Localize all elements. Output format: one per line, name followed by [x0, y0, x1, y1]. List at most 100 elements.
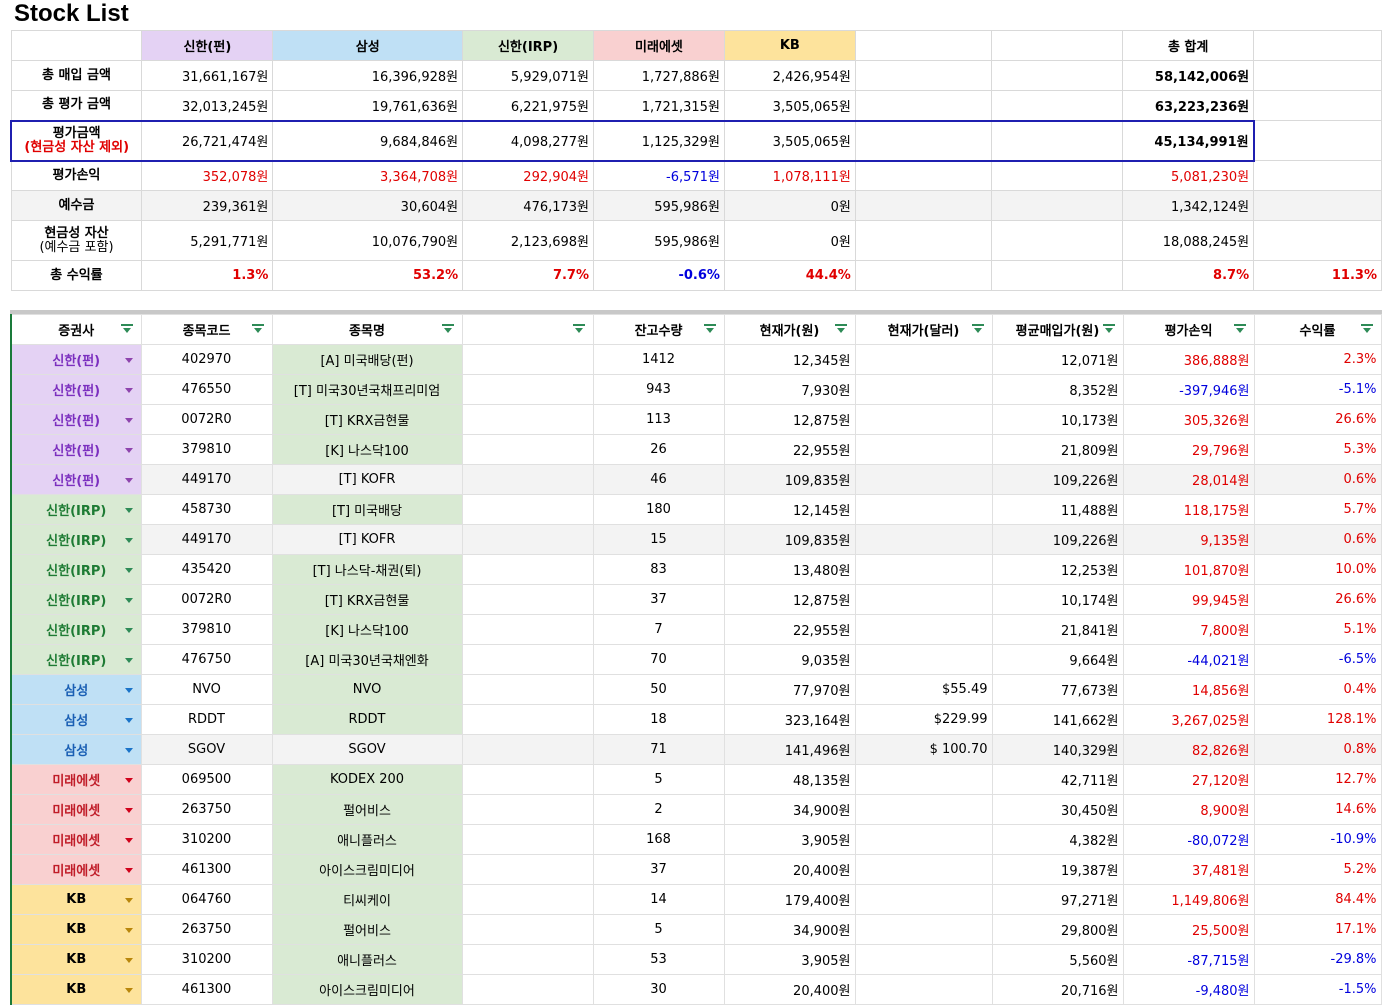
- summary-col-header[interactable]: [1253, 30, 1382, 61]
- quantity[interactable]: 53: [592, 944, 725, 975]
- stock-name[interactable]: [T] KOFR: [271, 524, 463, 555]
- quantity[interactable]: 71: [592, 734, 725, 765]
- avg-buy-price[interactable]: 11,488원: [991, 494, 1124, 525]
- chevron-down-icon[interactable]: [124, 598, 133, 603]
- return-rate[interactable]: 0.6%: [1253, 464, 1382, 495]
- quantity[interactable]: 50: [592, 674, 725, 705]
- empty-cell[interactable]: [461, 794, 594, 825]
- chevron-down-icon[interactable]: [124, 568, 133, 573]
- empty-cell[interactable]: [461, 824, 594, 855]
- stock-code[interactable]: 449170: [140, 464, 273, 495]
- avg-buy-price[interactable]: 8,352원: [991, 374, 1124, 405]
- current-price-usd[interactable]: [854, 854, 993, 885]
- broker-dropdown[interactable]: 신한(펀): [10, 344, 142, 375]
- summary-cell[interactable]: 1,125,329원: [593, 119, 725, 162]
- summary-col-header[interactable]: 신한(펀): [141, 30, 274, 61]
- broker-dropdown[interactable]: 미래에셋: [10, 794, 142, 825]
- current-price-usd[interactable]: [854, 644, 993, 675]
- broker-dropdown[interactable]: KB: [10, 944, 142, 975]
- summary-cell[interactable]: 3,505,065원: [723, 90, 856, 121]
- quantity[interactable]: 15: [592, 524, 725, 555]
- empty-cell[interactable]: [461, 374, 594, 405]
- summary-cell[interactable]: [1253, 120, 1382, 161]
- avg-buy-price[interactable]: 21,841원: [991, 614, 1124, 645]
- summary-cell[interactable]: [991, 60, 1124, 91]
- profit-loss[interactable]: 14,856원: [1122, 674, 1255, 705]
- quantity[interactable]: 30: [592, 974, 725, 1005]
- quantity[interactable]: 168: [592, 824, 725, 855]
- summary-cell[interactable]: 352,078원: [141, 160, 274, 191]
- return-rate[interactable]: 5.3%: [1253, 434, 1382, 465]
- summary-cell[interactable]: 0원: [723, 220, 856, 261]
- stock-name[interactable]: [T] 미국30년국채프리미엄: [271, 374, 463, 405]
- summary-cell[interactable]: 476,173원: [462, 190, 595, 221]
- empty-cell[interactable]: [461, 554, 594, 585]
- stock-name[interactable]: 아이스크림미디어: [271, 974, 463, 1005]
- current-price-krw[interactable]: 3,905원: [723, 824, 856, 855]
- summary-cell[interactable]: 239,361원: [141, 190, 274, 221]
- summary-cell[interactable]: 7.7%: [462, 260, 595, 291]
- avg-buy-price[interactable]: 141,662원: [991, 704, 1124, 735]
- return-rate[interactable]: 26.6%: [1253, 584, 1382, 615]
- summary-cell[interactable]: 44.4%: [723, 260, 856, 291]
- stock-code[interactable]: 435420: [140, 554, 273, 585]
- summary-cell[interactable]: 1,078,111원: [723, 160, 856, 191]
- current-price-usd[interactable]: [854, 464, 993, 495]
- stock-name[interactable]: [A] 미국30년국채엔화: [271, 644, 463, 675]
- profit-loss[interactable]: 28,014원: [1122, 464, 1255, 495]
- avg-buy-price[interactable]: 20,716원: [991, 974, 1124, 1005]
- empty-cell[interactable]: [461, 404, 594, 435]
- avg-buy-price[interactable]: 10,173원: [991, 404, 1124, 435]
- holdings-col-header[interactable]: 현재가(원): [723, 314, 856, 345]
- filter-icon[interactable]: [1102, 324, 1115, 334]
- chevron-down-icon[interactable]: [124, 478, 133, 483]
- current-price-krw[interactable]: 77,970원: [723, 674, 856, 705]
- summary-cell[interactable]: [991, 260, 1124, 291]
- current-price-usd[interactable]: [854, 374, 993, 405]
- stock-name[interactable]: [T] 미국배당: [271, 494, 463, 525]
- return-rate[interactable]: 0.6%: [1253, 524, 1382, 555]
- current-price-krw[interactable]: 109,835원: [723, 464, 856, 495]
- holdings-col-header[interactable]: 종목코드: [140, 314, 273, 345]
- summary-cell[interactable]: 5,929,071원: [462, 60, 595, 91]
- profit-loss[interactable]: 1,149,806원: [1122, 884, 1255, 915]
- empty-cell[interactable]: [461, 494, 594, 525]
- broker-dropdown[interactable]: 삼성: [10, 674, 142, 705]
- summary-cell[interactable]: 58,142,006원: [1122, 60, 1255, 91]
- avg-buy-price[interactable]: 140,329원: [991, 734, 1124, 765]
- stock-name[interactable]: [T] KRX금현물: [271, 404, 463, 435]
- stock-name[interactable]: [T] 나스닥-채권(퇴): [271, 554, 463, 585]
- current-price-krw[interactable]: 12,875원: [723, 404, 856, 435]
- profit-loss[interactable]: 386,888원: [1122, 344, 1255, 375]
- return-rate[interactable]: -6.5%: [1253, 644, 1382, 675]
- broker-dropdown[interactable]: 신한(IRP): [10, 494, 142, 525]
- summary-cell[interactable]: 2,426,954원: [723, 60, 856, 91]
- profit-loss[interactable]: 101,870원: [1122, 554, 1255, 585]
- current-price-usd[interactable]: [854, 974, 993, 1005]
- empty-cell[interactable]: [461, 584, 594, 615]
- profit-loss[interactable]: -44,021원: [1122, 644, 1255, 675]
- holdings-col-header[interactable]: 평균매입가(원): [991, 314, 1124, 345]
- avg-buy-price[interactable]: 19,387원: [991, 854, 1124, 885]
- summary-col-header[interactable]: [854, 30, 993, 61]
- return-rate[interactable]: 0.4%: [1253, 674, 1382, 705]
- current-price-usd[interactable]: [854, 794, 993, 825]
- broker-dropdown[interactable]: 신한(펀): [10, 404, 142, 435]
- summary-cell[interactable]: 1.3%: [141, 260, 274, 291]
- stock-code[interactable]: 310200: [140, 824, 273, 855]
- summary-cell[interactable]: [1253, 60, 1382, 91]
- stock-code[interactable]: 458730: [140, 494, 273, 525]
- chevron-down-icon[interactable]: [124, 358, 133, 363]
- avg-buy-price[interactable]: 9,664원: [991, 644, 1124, 675]
- filter-icon[interactable]: [1233, 324, 1246, 334]
- stock-code[interactable]: SGOV: [140, 734, 273, 765]
- current-price-krw[interactable]: 9,035원: [723, 644, 856, 675]
- empty-cell[interactable]: [461, 704, 594, 735]
- quantity[interactable]: 37: [592, 854, 725, 885]
- filter-icon[interactable]: [834, 324, 847, 334]
- profit-loss[interactable]: -397,946원: [1122, 374, 1255, 405]
- profit-loss[interactable]: 8,900원: [1122, 794, 1255, 825]
- broker-dropdown[interactable]: KB: [10, 914, 142, 945]
- summary-cell[interactable]: [991, 190, 1124, 221]
- chevron-down-icon[interactable]: [124, 658, 133, 663]
